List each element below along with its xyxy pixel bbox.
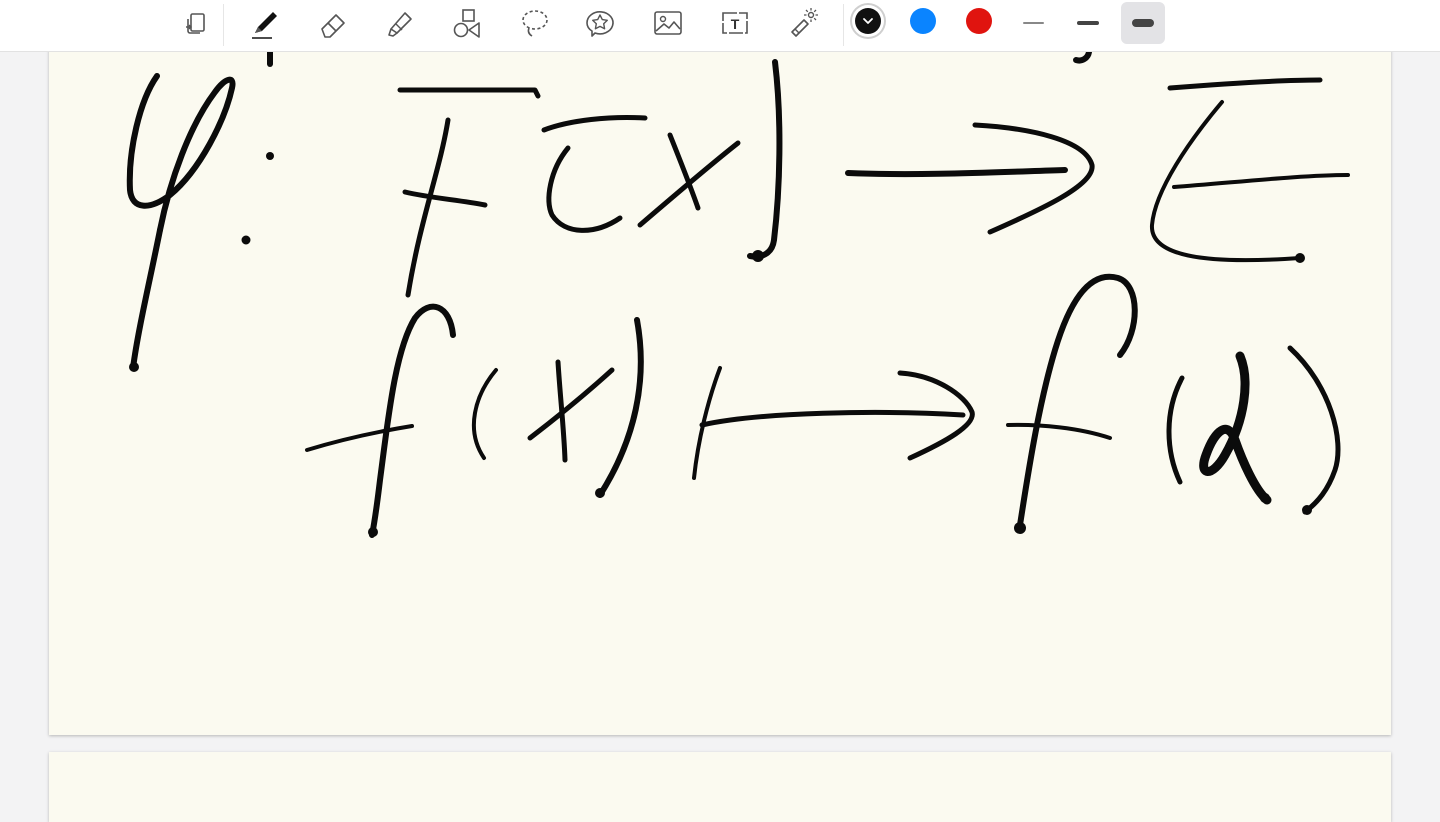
laser-pointer-icon: [791, 8, 818, 37]
ink-dot: [1295, 253, 1305, 263]
ink-dot: [1014, 522, 1026, 534]
ink-stroke-x-b: [527, 367, 615, 441]
ink-stroke-paren-left: [471, 368, 498, 460]
ink-dot: [266, 152, 274, 160]
ink-stroke-alpha: [1199, 351, 1272, 505]
shapes-icon: [453, 9, 480, 38]
ink-stroke-paren-right: [597, 317, 644, 498]
ink-stroke-f-bar: [305, 424, 414, 452]
pen-icon: [252, 12, 277, 39]
page-layout-button[interactable]: [174, 2, 218, 44]
ink-stroke-mapsto-shaft: [699, 409, 966, 428]
ink-dot: [129, 362, 139, 372]
ink-stroke-phi-stem: [130, 227, 163, 371]
ink-dot: [241, 235, 251, 245]
ink-stroke-paren2-right: [1287, 345, 1341, 515]
ink-stroke-phi-loop: [126, 73, 236, 233]
color-swatch-red[interactable]: [966, 8, 992, 34]
laser-pointer-tool-button[interactable]: [780, 2, 824, 44]
ink-dot: [1302, 505, 1312, 515]
highlighter-icon: [388, 12, 412, 37]
ink-stroke-f2-bar: [1006, 422, 1112, 440]
ink-stroke-E-bar: [1172, 173, 1350, 189]
eraser-icon: [321, 14, 345, 38]
shapes-tool-button[interactable]: [444, 2, 488, 44]
pen-tool-button[interactable]: [242, 2, 286, 44]
ink-stroke-F-top: [397, 87, 541, 99]
image-tool-button[interactable]: [646, 2, 690, 44]
stroke-width-thin[interactable]: [1011, 2, 1055, 44]
highlighter-tool-button[interactable]: [377, 2, 421, 44]
ink-dot: [752, 250, 764, 262]
eraser-tool-button[interactable]: [310, 2, 354, 44]
ink-stroke-f2-stem: [1017, 273, 1138, 528]
ink-dot: [368, 527, 378, 537]
lasso-tool-button[interactable]: [512, 2, 556, 44]
ink-dot: [1260, 493, 1270, 503]
ink-stroke-F-bar: [402, 189, 488, 208]
ink-stroke-f-stem: [369, 303, 456, 538]
ink-dot: [595, 488, 605, 498]
text-box-icon: T: [722, 12, 748, 34]
ink-stroke-paren2-left: [1166, 375, 1185, 485]
page-layout-icon: [186, 13, 205, 34]
ink-stroke-F-stem: [405, 117, 451, 298]
thin-line-icon: [1022, 22, 1044, 24]
ink-stroke-bracket-curve: [546, 145, 623, 233]
sticker-tool-button[interactable]: [578, 2, 622, 44]
chevron-down-icon: [863, 18, 873, 24]
notebook-page-next[interactable]: [49, 752, 1391, 822]
ink-stroke-E-top: [1167, 77, 1323, 91]
thick-line-icon: [1132, 19, 1154, 27]
stroke-width-thick[interactable]: [1121, 2, 1165, 44]
notebook-page[interactable]: [49, 0, 1391, 735]
sticker-icon: [586, 11, 614, 37]
ink-stroke-mark: [1073, 49, 1092, 64]
stroke-width-medium[interactable]: [1066, 2, 1110, 44]
toolbar-divider: [223, 4, 224, 46]
ink-stroke-x-2: [637, 140, 741, 228]
text-tool-glyph: T: [731, 16, 740, 32]
color-swatch-black[interactable]: [855, 8, 881, 34]
image-icon: [654, 11, 682, 35]
color-swatch-blue[interactable]: [910, 8, 936, 34]
ink-stroke-bracket-right: [747, 59, 783, 260]
toolbar-divider: [843, 4, 844, 46]
ink-stroke-bracket: [541, 115, 648, 133]
ink-stroke-arrow-shaft: [845, 167, 1068, 178]
ink-stroke-arrow-head: [972, 122, 1095, 235]
handwriting-canvas: [126, 49, 1350, 538]
medium-line-icon: [1077, 21, 1099, 25]
toolbar: T: [0, 0, 1440, 52]
lasso-icon: [522, 10, 548, 37]
text-tool-button[interactable]: T: [713, 2, 757, 44]
